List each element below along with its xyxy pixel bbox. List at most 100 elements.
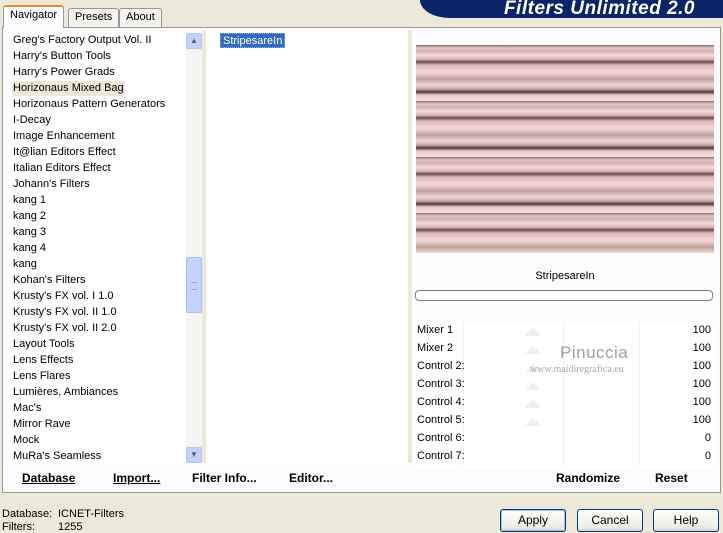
control-value: 100 [692, 414, 711, 426]
slider-tick [639, 358, 640, 376]
slider-tick [639, 448, 640, 466]
database-button[interactable]: Database [22, 471, 75, 485]
category-item[interactable]: Johann's Filters [12, 177, 91, 192]
slider-tick [639, 394, 640, 412]
control-value: 0 [704, 450, 711, 462]
category-item[interactable]: Kohan's Filters [12, 273, 86, 288]
category-item[interactable]: I-Decay [12, 113, 52, 128]
category-item[interactable]: Krusty's FX vol. I 1.0 [12, 289, 115, 304]
filter-info-button[interactable]: Filter Info... [192, 471, 257, 485]
category-item[interactable]: Krusty's FX vol. II 1.0 [12, 305, 118, 320]
category-item[interactable]: It@lian Editors Effect [12, 145, 117, 160]
control-row[interactable]: Control 6: 0 [415, 430, 714, 448]
slider-thumb[interactable] [525, 346, 541, 354]
randomize-button[interactable]: Randomize [556, 471, 620, 485]
control-label: Control 3: [417, 378, 465, 390]
control-label: Control 7: [417, 450, 465, 462]
slider-tick [463, 322, 464, 340]
category-item[interactable]: Krusty's FX vol. II 2.0 [12, 321, 118, 336]
control-label: Control 6: [417, 432, 465, 444]
slider-tick [463, 340, 464, 358]
reset-button[interactable]: Reset [655, 471, 688, 485]
category-item[interactable]: Harry's Button Tools [12, 49, 112, 64]
slider-tick [639, 412, 640, 430]
control-value: 100 [692, 378, 711, 390]
category-item[interactable]: Mirror Rave [12, 417, 71, 432]
control-label: Control 4: [417, 396, 465, 408]
progress-bar [415, 290, 713, 301]
control-row[interactable]: Control 3: 100 [415, 376, 714, 394]
slider-tick [563, 322, 564, 340]
category-item[interactable]: kang 4 [12, 241, 47, 256]
apply-button[interactable]: Apply [500, 509, 566, 532]
category-item[interactable]: Image Enhancement [12, 129, 116, 144]
slider-tick [639, 322, 640, 340]
category-item[interactable]: Lens Flares [12, 369, 71, 384]
product-banner: Filters Unlimited 2.0 [420, 0, 723, 18]
filter-list[interactable]: StripesareIn [208, 31, 408, 463]
category-item[interactable]: kang 2 [12, 209, 47, 224]
scroll-thumb[interactable] [186, 257, 202, 313]
slider-tick [563, 448, 564, 466]
slider-tick [563, 394, 564, 412]
category-item[interactable]: Layout Tools [12, 337, 76, 352]
status-database: Database: ICNET-Filters [2, 508, 124, 520]
tab-presets[interactable]: Presets [68, 8, 120, 27]
category-item[interactable]: Lumières, Ambiances [12, 385, 119, 400]
control-label: Mixer 1 [417, 324, 454, 336]
control-value: 100 [692, 324, 711, 336]
control-label: Control 5: [417, 414, 465, 426]
control-value: 0 [704, 432, 711, 444]
slider-tick [563, 412, 564, 430]
control-row[interactable]: Control 5: 100 [415, 412, 714, 430]
control-row[interactable]: Control 7: 0 [415, 448, 714, 466]
category-item[interactable]: Greg's Factory Output Vol. II [12, 33, 152, 48]
watermark-url: www.maidiregrafica.eu [530, 364, 624, 375]
tab-about[interactable]: About [119, 8, 162, 27]
slider-thumb[interactable] [525, 418, 541, 426]
slider-tick [639, 430, 640, 448]
slider-tick [639, 376, 640, 394]
category-scrollbar[interactable]: ▲ ▼ [186, 33, 202, 463]
category-item[interactable]: Mac's [12, 401, 42, 416]
category-list[interactable]: Greg's Factory Output Vol. II Harry's But… [6, 31, 202, 463]
scroll-down-icon[interactable]: ▼ [186, 447, 202, 463]
editor-button[interactable]: Editor... [289, 471, 333, 485]
slider-tick [563, 430, 564, 448]
slider-thumb[interactable] [525, 328, 541, 336]
preview-image [416, 45, 714, 253]
category-item[interactable]: kang 3 [12, 225, 47, 240]
pane-divider-2 [408, 31, 412, 463]
cancel-button[interactable]: Cancel [577, 509, 643, 532]
control-label: Control 2: [417, 360, 465, 372]
category-item[interactable]: kang [12, 257, 38, 272]
control-row[interactable]: Mixer 1 100 [415, 322, 714, 340]
status-filters-label: Filters: [2, 521, 35, 533]
scroll-up-icon[interactable]: ▲ [186, 33, 202, 49]
category-item[interactable]: Harry's Power Grads [12, 65, 116, 80]
control-row[interactable]: Control 4: 100 [415, 394, 714, 412]
category-item[interactable]: Horizonaus Pattern Generators [12, 97, 166, 112]
preview-filter-name: StripesareIn [535, 270, 595, 282]
tab-navigator[interactable]: Navigator [3, 5, 65, 28]
category-item[interactable]: Lens Effects [12, 353, 74, 368]
import-button[interactable]: Import... [113, 471, 160, 485]
status-filters: Filters: 1255 [2, 521, 82, 533]
pane-divider [202, 31, 206, 463]
status-database-value: ICNET-Filters [58, 508, 124, 520]
control-value: 100 [692, 360, 711, 372]
slider-thumb[interactable] [525, 400, 541, 408]
category-item[interactable]: Italian Editors Effect [12, 161, 112, 176]
slider-thumb[interactable] [525, 382, 541, 390]
control-label: Mixer 2 [417, 342, 454, 354]
category-item[interactable]: MuRa's Seamless [12, 449, 102, 464]
category-item[interactable]: Mock [12, 433, 40, 448]
control-value: 100 [692, 342, 711, 354]
category-item[interactable]: kang 1 [12, 193, 47, 208]
banner-title: Filters Unlimited 2.0 [503, 0, 695, 18]
status-database-label: Database: [2, 508, 53, 520]
category-item[interactable]: Horizonaus Mixed Bag [12, 81, 125, 96]
slider-tick [639, 340, 640, 358]
help-button[interactable]: Help [653, 509, 719, 532]
filter-item-selected[interactable]: StripesareIn [220, 33, 286, 48]
